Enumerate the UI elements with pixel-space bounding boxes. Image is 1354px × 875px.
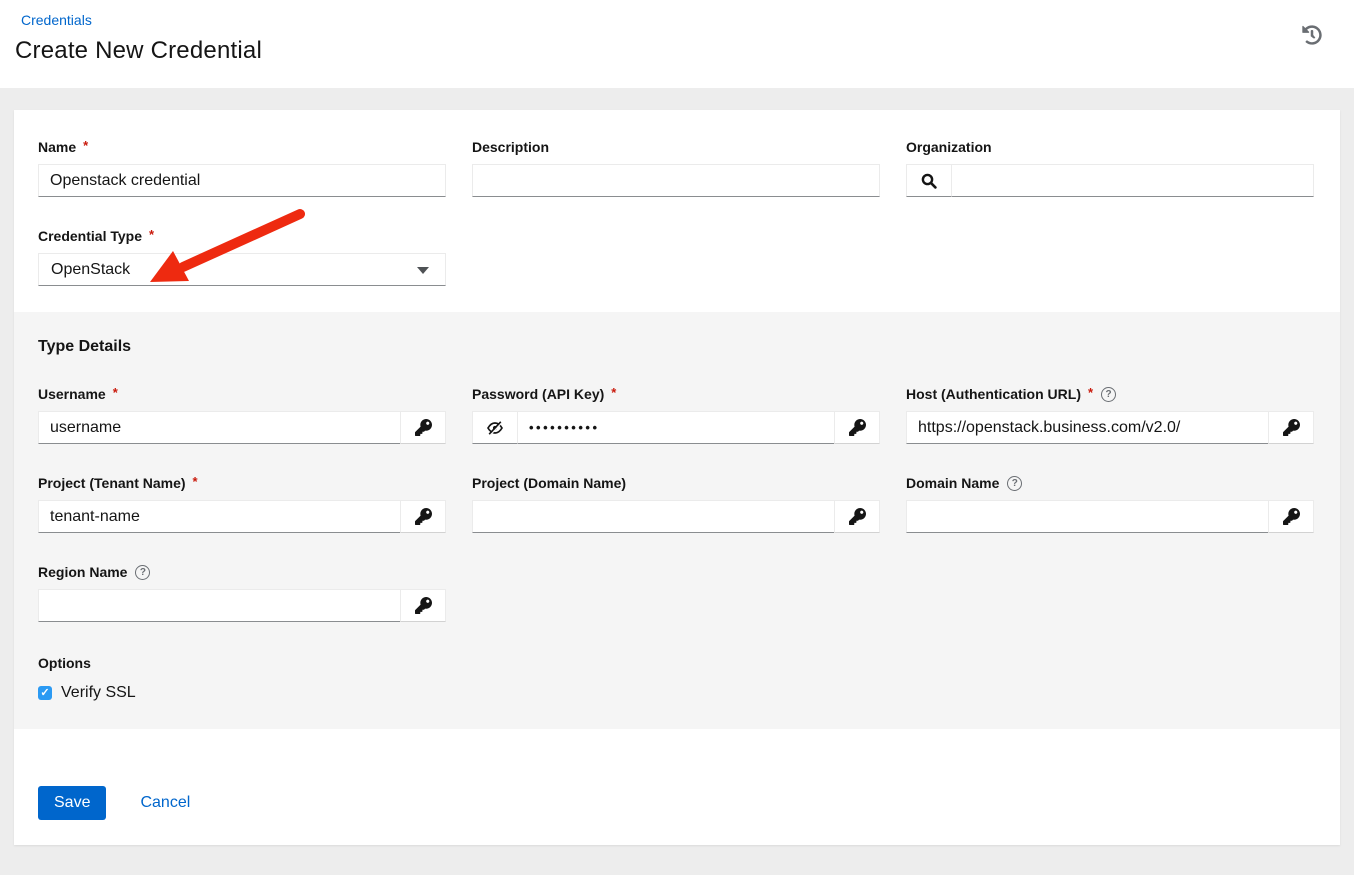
region-name-field: Region Name ? [38,564,446,622]
description-label-text: Description [472,139,549,155]
password-toggle-visibility-button[interactable] [472,411,518,444]
page-title: Create New Credential [15,37,1330,65]
host-ask-at-launch-button[interactable] [1268,411,1314,444]
domain-name-ask-at-launch-button[interactable] [1268,500,1314,533]
username-label-text: Username [38,386,106,402]
host-label-text: Host (Authentication URL) [906,386,1081,402]
host-field: Host (Authentication URL) * ? [906,386,1314,444]
name-label: Name * [38,139,446,155]
caret-down-icon [417,267,429,274]
breadcrumb: Credentials [15,12,1330,30]
organization-label: Organization [906,139,1314,155]
required-marker: * [1088,385,1093,400]
form-actions: Save Cancel [14,729,1340,845]
credential-type-label-text: Credential Type [38,228,142,244]
options-heading: Options [38,655,1316,671]
username-input[interactable] [38,411,400,444]
host-input[interactable] [906,411,1268,444]
type-details-heading: Type Details [38,338,1316,356]
project-tenant-label-text: Project (Tenant Name) [38,475,186,491]
save-button[interactable]: Save [38,786,106,820]
cancel-button[interactable]: Cancel [140,794,190,812]
project-domain-input[interactable] [472,500,834,533]
credential-type-field: Credential Type * OpenStack [38,228,446,286]
help-icon[interactable]: ? [135,565,150,580]
project-domain-ask-at-launch-button[interactable] [834,500,880,533]
region-name-label-text: Region Name [38,564,127,580]
password-ask-at-launch-button[interactable] [834,411,880,444]
project-domain-field: Project (Domain Name) [472,475,880,533]
organization-search-button[interactable] [906,164,952,197]
project-tenant-field: Project (Tenant Name) * [38,475,446,533]
breadcrumb-link-credentials[interactable]: Credentials [21,12,92,28]
credential-type-value: OpenStack [51,261,130,279]
type-details-section: Type Details Username * [14,312,1340,729]
key-icon [1283,419,1300,436]
verify-ssl-label: Verify SSL [61,684,136,702]
required-marker: * [113,385,118,400]
domain-name-field: Domain Name ? [906,475,1314,533]
key-icon [415,508,432,525]
eye-slash-icon [486,420,504,436]
verify-ssl-checkbox-row[interactable]: ✓ Verify SSL [38,684,1316,702]
history-icon [1302,25,1322,45]
required-marker: * [193,474,198,489]
password-label-text: Password (API Key) [472,386,604,402]
name-field: Name * [38,139,446,197]
help-icon[interactable]: ? [1007,476,1022,491]
key-icon [849,419,866,436]
credential-type-select[interactable]: OpenStack [38,253,446,286]
description-field: Description [472,139,880,197]
key-icon [415,597,432,614]
project-tenant-ask-at-launch-button[interactable] [400,500,446,533]
credential-form-card: Name * Description Organization [14,110,1340,845]
domain-name-input[interactable] [906,500,1268,533]
form-basic-section: Name * Description Organization [14,110,1340,312]
password-field: Password (API Key) * [472,386,880,444]
page-header: Credentials Create New Credential [0,0,1354,88]
key-icon [849,508,866,525]
key-icon [415,419,432,436]
project-tenant-input[interactable] [38,500,400,533]
description-input[interactable] [472,164,880,197]
search-icon [921,173,937,189]
organization-label-text: Organization [906,139,992,155]
required-marker: * [611,385,616,400]
organization-input[interactable] [952,164,1314,197]
domain-name-label-text: Domain Name [906,475,999,491]
region-name-input[interactable] [38,589,400,622]
verify-ssl-checkbox[interactable]: ✓ [38,686,52,700]
check-icon: ✓ [40,688,49,699]
username-field: Username * [38,386,446,444]
key-icon [1283,508,1300,525]
name-input[interactable] [38,164,446,197]
required-marker: * [149,227,154,242]
organization-field: Organization [906,139,1314,197]
history-button[interactable] [1302,25,1322,45]
name-label-text: Name [38,139,76,155]
password-input[interactable] [518,411,834,444]
required-marker: * [83,138,88,153]
credential-type-label: Credential Type * [38,228,446,244]
help-icon[interactable]: ? [1101,387,1116,402]
username-ask-at-launch-button[interactable] [400,411,446,444]
description-label: Description [472,139,880,155]
region-name-ask-at-launch-button[interactable] [400,589,446,622]
page-content: Name * Description Organization [0,88,1354,860]
project-domain-label-text: Project (Domain Name) [472,475,626,491]
